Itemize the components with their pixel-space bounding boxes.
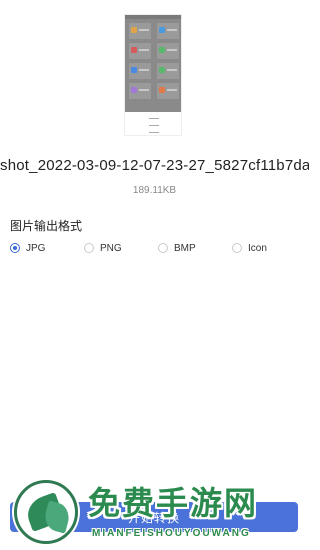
- format-label-icon: Icon: [248, 242, 267, 254]
- preview-menu: [125, 112, 181, 135]
- format-option-icon[interactable]: Icon: [232, 240, 267, 256]
- image-preview: [124, 14, 182, 136]
- format-label-bmp: BMP: [174, 242, 196, 254]
- format-option-png[interactable]: PNG: [84, 240, 122, 256]
- format-option-jpg[interactable]: JPG: [10, 240, 45, 256]
- radio-unchecked-icon[interactable]: [84, 243, 94, 253]
- watermark-logo-icon: [14, 480, 78, 544]
- radio-unchecked-icon[interactable]: [232, 243, 242, 253]
- format-label-png: PNG: [100, 242, 122, 254]
- radio-unchecked-icon[interactable]: [158, 243, 168, 253]
- file-size: 189.11KB: [132, 185, 177, 196]
- format-option-bmp[interactable]: BMP: [158, 240, 196, 256]
- preview-screenshot: [125, 15, 181, 112]
- file-name: shot_2022-03-09-12-07-23-27_5827cf11b7da: [0, 157, 309, 174]
- format-label-jpg: JPG: [26, 242, 46, 254]
- radio-checked-icon[interactable]: [10, 243, 20, 253]
- output-format-options: JPG PNG BMP Icon: [10, 240, 300, 256]
- output-format-title: 图片输出格式: [10, 219, 83, 233]
